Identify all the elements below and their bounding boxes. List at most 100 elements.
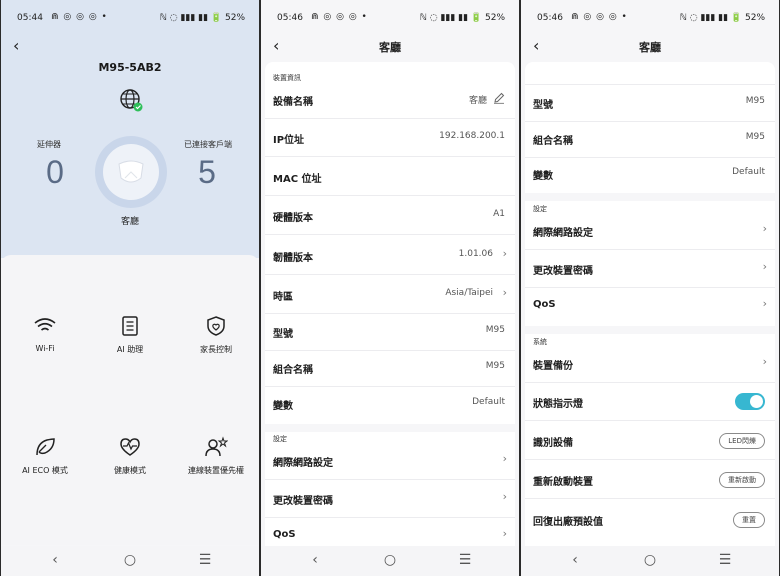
tile-label: Wi-Fi bbox=[35, 344, 55, 353]
tile-health-mode[interactable]: 健康模式 bbox=[87, 435, 173, 476]
row-device-name[interactable]: 設備名稱 客廳 bbox=[265, 82, 515, 119]
status-icons: ⋒ ◎ ◎ ◎ • bbox=[311, 12, 368, 22]
row-value: M95 bbox=[745, 96, 765, 106]
row-change-password[interactable]: 更改裝置密碼 › bbox=[265, 481, 515, 518]
row-label: 變數 bbox=[273, 401, 293, 412]
page-title: 客廳 bbox=[639, 41, 661, 54]
top-bar: ‹ 客廳 bbox=[521, 34, 779, 60]
row-value: A1 bbox=[493, 209, 505, 219]
row-label: 網際網路設定 bbox=[533, 228, 593, 239]
priority-icon bbox=[205, 436, 228, 457]
row-bundle-name: 組合名稱 M95 bbox=[265, 350, 515, 387]
row-hardware-version: 硬體版本 A1 bbox=[265, 198, 515, 235]
clients-label: 已連接客戶端 bbox=[184, 140, 232, 149]
nav-home-icon[interactable]: ○ bbox=[380, 552, 400, 568]
row-label: 網際網路設定 bbox=[273, 458, 333, 469]
phone-screen-home: 05:44 ⋒ ◎ ◎ ◎ • ℕ ◌ ▮▮▮ ▮▮ 🔋 52% ‹ M95-5… bbox=[1, 0, 259, 576]
phone-screen-device-settings: 05:46 ⋒ ◎ ◎ ◎ • ℕ ◌ ▮▮▮ ▮▮ 🔋 52% ‹ 客廳 型號… bbox=[521, 0, 779, 576]
status-led-toggle[interactable] bbox=[735, 393, 765, 410]
row-change-password[interactable]: 更改裝置密碼 › bbox=[525, 251, 775, 288]
row-firmware-version[interactable]: 韌體版本 1.01.06 › bbox=[265, 238, 515, 275]
nav-recents-icon[interactable]: ☰ bbox=[455, 552, 475, 568]
row-model: 型號 M95 bbox=[265, 314, 515, 351]
extenders-count[interactable]: 0 bbox=[15, 154, 95, 191]
status-bar: 05:46 ⋒ ◎ ◎ ◎ • ℕ ◌ ▮▮▮ ▮▮ 🔋 52% bbox=[521, 0, 779, 34]
system-nav-bar: ‹ ○ ☰ bbox=[521, 546, 779, 576]
row-timezone[interactable]: 時區 Asia/Taipei › bbox=[265, 277, 515, 314]
row-value: 客廳 bbox=[468, 96, 487, 106]
status-bar: 05:44 ⋒ ◎ ◎ ◎ • ℕ ◌ ▮▮▮ ▮▮ 🔋 52% bbox=[1, 0, 259, 34]
row-value: Asia/Taipei bbox=[445, 288, 493, 298]
row-value: 192.168.200.1 bbox=[439, 131, 505, 141]
nav-recents-icon[interactable]: ☰ bbox=[195, 552, 215, 568]
globe-connected-icon bbox=[120, 89, 143, 112]
tile-label: AI 助理 bbox=[116, 345, 144, 354]
row-qos[interactable]: QoS › bbox=[525, 288, 775, 324]
row-label: 型號 bbox=[273, 329, 293, 340]
chevron-right-icon: › bbox=[762, 297, 767, 310]
router-ring[interactable] bbox=[95, 136, 167, 208]
row-label: 更改裝置密碼 bbox=[533, 266, 593, 277]
row-label: QoS bbox=[533, 299, 556, 310]
row-status-led: 狀態指示燈 bbox=[525, 384, 775, 421]
parental-control-icon bbox=[207, 316, 225, 336]
tile-label: AI ECO 模式 bbox=[22, 466, 68, 475]
row-label: 識別設備 bbox=[533, 438, 573, 449]
chevron-right-icon: › bbox=[502, 527, 507, 540]
status-icons: ⋒ ◎ ◎ ◎ • bbox=[51, 12, 108, 22]
tile-wifi[interactable]: Wi-Fi bbox=[2, 314, 88, 353]
row-value: Default bbox=[732, 167, 765, 177]
reset-button[interactable]: 重置 bbox=[733, 512, 765, 528]
led-blink-button[interactable]: LED閃爍 bbox=[719, 433, 765, 449]
edit-icon[interactable] bbox=[493, 92, 505, 104]
top-bar: ‹ 客廳 bbox=[261, 34, 519, 60]
chevron-right-icon: › bbox=[502, 452, 507, 465]
status-time: 05:46 bbox=[277, 13, 303, 23]
row-device-backup[interactable]: 裝置備份 › bbox=[525, 346, 775, 383]
row-value: M95 bbox=[745, 132, 765, 142]
tile-label: 家長控制 bbox=[200, 345, 232, 354]
nav-back-icon[interactable]: ‹ bbox=[45, 552, 65, 568]
row-label: 時區 bbox=[273, 292, 293, 303]
health-icon bbox=[120, 438, 140, 456]
nav-home-icon[interactable]: ○ bbox=[120, 552, 140, 568]
chevron-right-icon: › bbox=[762, 260, 767, 273]
row-label: MAC 位址 bbox=[273, 174, 322, 185]
nav-back-icon[interactable]: ‹ bbox=[565, 552, 585, 568]
row-label: 狀態指示燈 bbox=[533, 399, 583, 410]
system-nav-bar: ‹ ○ ☰ bbox=[261, 546, 519, 576]
tile-parental-control[interactable]: 家長控制 bbox=[173, 314, 259, 355]
row-label: 裝置備份 bbox=[533, 361, 573, 372]
tile-label: 連線裝置優先權 bbox=[188, 466, 244, 475]
row-label: 型號 bbox=[533, 100, 553, 111]
nav-recents-icon[interactable]: ☰ bbox=[715, 552, 735, 568]
nav-back-icon[interactable]: ‹ bbox=[305, 552, 325, 568]
page-title: 客廳 bbox=[379, 41, 401, 54]
status-icons: ⋒ ◎ ◎ ◎ • bbox=[571, 12, 628, 22]
top-bar: ‹ bbox=[1, 34, 259, 60]
row-label: 韌體版本 bbox=[273, 253, 313, 264]
row-reboot-device: 重新啟動裝置 重新啟動 bbox=[525, 462, 775, 499]
tile-ai-assistant[interactable]: AI 助理 bbox=[87, 314, 173, 355]
row-mac-address: MAC 位址 bbox=[265, 159, 515, 196]
row-bundle-name: 組合名稱 M95 bbox=[525, 121, 775, 158]
nav-home-icon[interactable]: ○ bbox=[640, 552, 660, 568]
row-ip-address: IP位址 192.168.200.1 bbox=[265, 120, 515, 157]
tile-device-priority[interactable]: 連線裝置優先權 bbox=[173, 435, 259, 476]
chevron-right-icon: › bbox=[502, 490, 507, 503]
row-identify-device: 識別設備 LED閃爍 bbox=[525, 423, 775, 460]
chevron-right-icon: › bbox=[762, 222, 767, 235]
row-value: M95 bbox=[485, 325, 505, 335]
device-name: M95-5AB2 bbox=[98, 61, 162, 74]
status-right: ℕ ◌ ▮▮▮ ▮▮ 🔋 52% bbox=[679, 13, 765, 23]
status-right: ℕ ◌ ▮▮▮ ▮▮ 🔋 52% bbox=[419, 13, 505, 23]
row-internet-settings[interactable]: 網際網路設定 › bbox=[525, 213, 775, 250]
reboot-button[interactable]: 重新啟動 bbox=[719, 472, 765, 488]
row-variant: 變數 Default bbox=[265, 386, 515, 422]
tile-ai-eco[interactable]: AI ECO 模式 bbox=[2, 435, 88, 476]
extenders-label: 延伸器 bbox=[37, 140, 61, 149]
clients-count[interactable]: 5 bbox=[167, 154, 247, 191]
back-icon[interactable]: ‹ bbox=[13, 36, 25, 56]
row-value: Default bbox=[472, 397, 505, 407]
row-internet-settings[interactable]: 網際網路設定 › bbox=[265, 443, 515, 480]
